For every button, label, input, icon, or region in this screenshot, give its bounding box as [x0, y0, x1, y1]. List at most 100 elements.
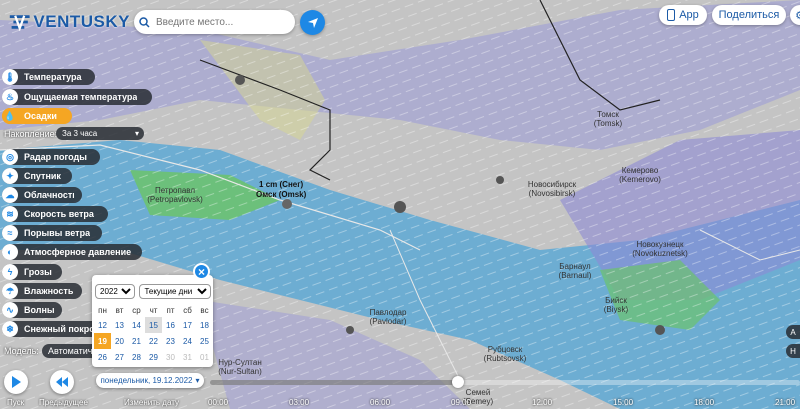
calendar-day[interactable]: 29 — [145, 349, 162, 365]
calendar-day[interactable]: 24 — [179, 333, 196, 349]
date-select-button[interactable]: понедельник, 19.12.2022 ▾ — [96, 373, 204, 388]
calendar-day[interactable]: 12 — [94, 317, 111, 333]
layer-item[interactable]: ☂ Влажность — [2, 283, 82, 299]
calendar-day[interactable]: 22 — [145, 333, 162, 349]
close-icon[interactable]: × — [193, 263, 210, 280]
city-name-alt: (Petropavlovsk) — [147, 195, 203, 204]
timeline-tick-label: 12:00 — [532, 398, 553, 407]
satellite-icon: ✦ — [2, 168, 18, 184]
calendar-day[interactable]: 14 — [128, 317, 145, 333]
city-label[interactable]: Новокузнецк (Novokuznetsk) — [630, 240, 690, 258]
point-forecast-city: Омск (Omsk) — [256, 190, 307, 199]
layer-item[interactable]: ≈ Порывы ветра — [2, 225, 102, 241]
layer-item[interactable]: ◎ Радар погоды — [2, 149, 100, 165]
layer-item[interactable]: ϟ Грозы — [2, 264, 62, 280]
city-label[interactable]: Бийск (Biysk) — [586, 296, 646, 314]
right-panel-tab-n[interactable]: Н — [786, 344, 800, 358]
city-label[interactable]: Петропавл (Petropavlovsk) — [145, 186, 205, 204]
snowflake-icon: ❄ — [2, 321, 18, 337]
layer-item[interactable]: ♨ Ощущаемая температура — [2, 89, 152, 105]
rewind-icon — [56, 377, 68, 387]
layer-item-label: Радар погоды — [24, 152, 87, 162]
layer-item[interactable]: ☁ Облачность — [2, 187, 82, 203]
timeline-tick-label: 21:00 — [775, 398, 796, 407]
calendar-day[interactable]: 18 — [196, 317, 213, 333]
timeline-tick-label: 09:00 — [451, 398, 472, 407]
previous-button[interactable] — [50, 370, 74, 394]
share-button[interactable]: Поделиться — [712, 5, 786, 25]
cloud-icon: ☁ — [2, 187, 18, 203]
geolocate-button[interactable] — [300, 10, 325, 35]
layer-item[interactable]: ≋ Скорость ветра — [2, 206, 108, 222]
city-name: Новосибирск — [527, 180, 577, 189]
play-button[interactable] — [4, 370, 28, 394]
year-select[interactable]: 2022 — [95, 284, 135, 299]
calendar-day[interactable]: 20 — [111, 333, 128, 349]
calendar-day[interactable]: 23 — [162, 333, 179, 349]
layer-item[interactable]: 💧 Осадки — [2, 108, 72, 124]
calendar-day[interactable]: 25 — [196, 333, 213, 349]
date-picker: × 2022 Текущие дни пн вт ср чт пт сб вс 12 13 14… — [92, 263, 213, 367]
layer-item-label: Атмосферное давление — [24, 247, 132, 257]
city-name-alt: (Tomsk) — [593, 119, 623, 128]
ventusky-logo[interactable]: VENTUSKY — [8, 8, 130, 36]
accumulation-value: За 3 часа — [62, 129, 98, 138]
layer-item-label: Порывы ветра — [24, 228, 91, 238]
right-panel-tab-a[interactable]: А — [786, 325, 800, 339]
search-input[interactable] — [154, 15, 278, 29]
app-button-label: App — [679, 9, 699, 21]
layer-item-label: Осадки — [24, 111, 57, 121]
calendar-day[interactable]: 26 — [94, 349, 111, 365]
city-name: Рубцовск — [487, 345, 523, 354]
calendar-day[interactable]: 19 — [94, 333, 111, 349]
logo-wind-icon — [9, 15, 30, 31]
raindrop-icon: 💧 — [2, 108, 18, 124]
timeline-tick-label: 03:00 — [289, 398, 310, 407]
calendar-day[interactable]: 21 — [128, 333, 145, 349]
search-box[interactable] — [134, 10, 295, 34]
range-mode-select[interactable]: Текущие дни — [139, 284, 212, 299]
point-forecast-label[interactable]: 1 cm (Снег) Омск (Omsk) — [256, 180, 306, 200]
city-label[interactable]: Рубцовск (Rubtsovsk) — [475, 345, 535, 363]
layer-item[interactable]: ✦ Спутник — [2, 168, 72, 184]
city-label[interactable]: Нур-Султан (Nur-Sultan) — [210, 358, 270, 376]
wind-icon: ≋ — [2, 206, 18, 222]
layer-item[interactable]: ∿ Волны — [2, 302, 62, 318]
layer-item-label: Влажность — [24, 286, 74, 296]
city-label[interactable]: Новосибирск (Novosibirsk) — [522, 180, 582, 198]
chevron-down-icon: ▾ — [195, 376, 200, 385]
city-label[interactable]: Томск (Tomsk) — [578, 110, 638, 128]
weekday-header: сб — [183, 305, 192, 315]
city-name: Семей — [465, 388, 491, 397]
layer-item[interactable]: ◐ Атмосферное давление — [2, 244, 142, 260]
city-label[interactable]: Павлодар (Pavlodar) — [358, 308, 418, 326]
calendar-day[interactable]: 27 — [111, 349, 128, 365]
calendar-day[interactable]: 15 — [145, 317, 162, 333]
calendar-day: 31 — [183, 352, 192, 362]
radar-icon: ◎ — [2, 149, 18, 165]
calendar-day[interactable]: 13 — [111, 317, 128, 333]
layer-item[interactable]: 🌡 Температура — [2, 69, 95, 85]
timeline-handle[interactable] — [451, 376, 464, 388]
city-name: Бийск — [605, 296, 627, 305]
app-button[interactable]: App — [659, 5, 707, 25]
weekday-header: вт — [115, 305, 124, 315]
person-thermometer-icon: ♨ — [2, 89, 18, 105]
calendar-day[interactable]: 17 — [179, 317, 196, 333]
city-label[interactable]: Барнаул (Barnaul) — [545, 262, 605, 280]
date-value: понедельник, 19.12.2022 — [100, 376, 193, 385]
calendar-day[interactable]: 28 — [128, 349, 145, 365]
city-name-alt: (Pavlodar) — [369, 317, 407, 326]
right-tab-a-text: А — [790, 327, 796, 337]
city-name: Барнаул — [559, 262, 591, 271]
play-icon — [12, 376, 21, 388]
gear-icon: ⚙ — [795, 9, 800, 22]
weekday-header: пт — [166, 305, 175, 315]
accumulation-select[interactable]: За 3 часа ▾ — [56, 127, 144, 140]
calendar-day[interactable]: 16 — [162, 317, 179, 333]
weekday-header: чт — [149, 305, 158, 315]
layer-item-label: Облачность — [24, 190, 74, 200]
chevron-down-icon: ▾ — [134, 129, 139, 138]
city-label[interactable]: Кемерово (Kemerovo) — [610, 166, 670, 184]
timeline-tick-label: 06:00 — [370, 398, 391, 407]
